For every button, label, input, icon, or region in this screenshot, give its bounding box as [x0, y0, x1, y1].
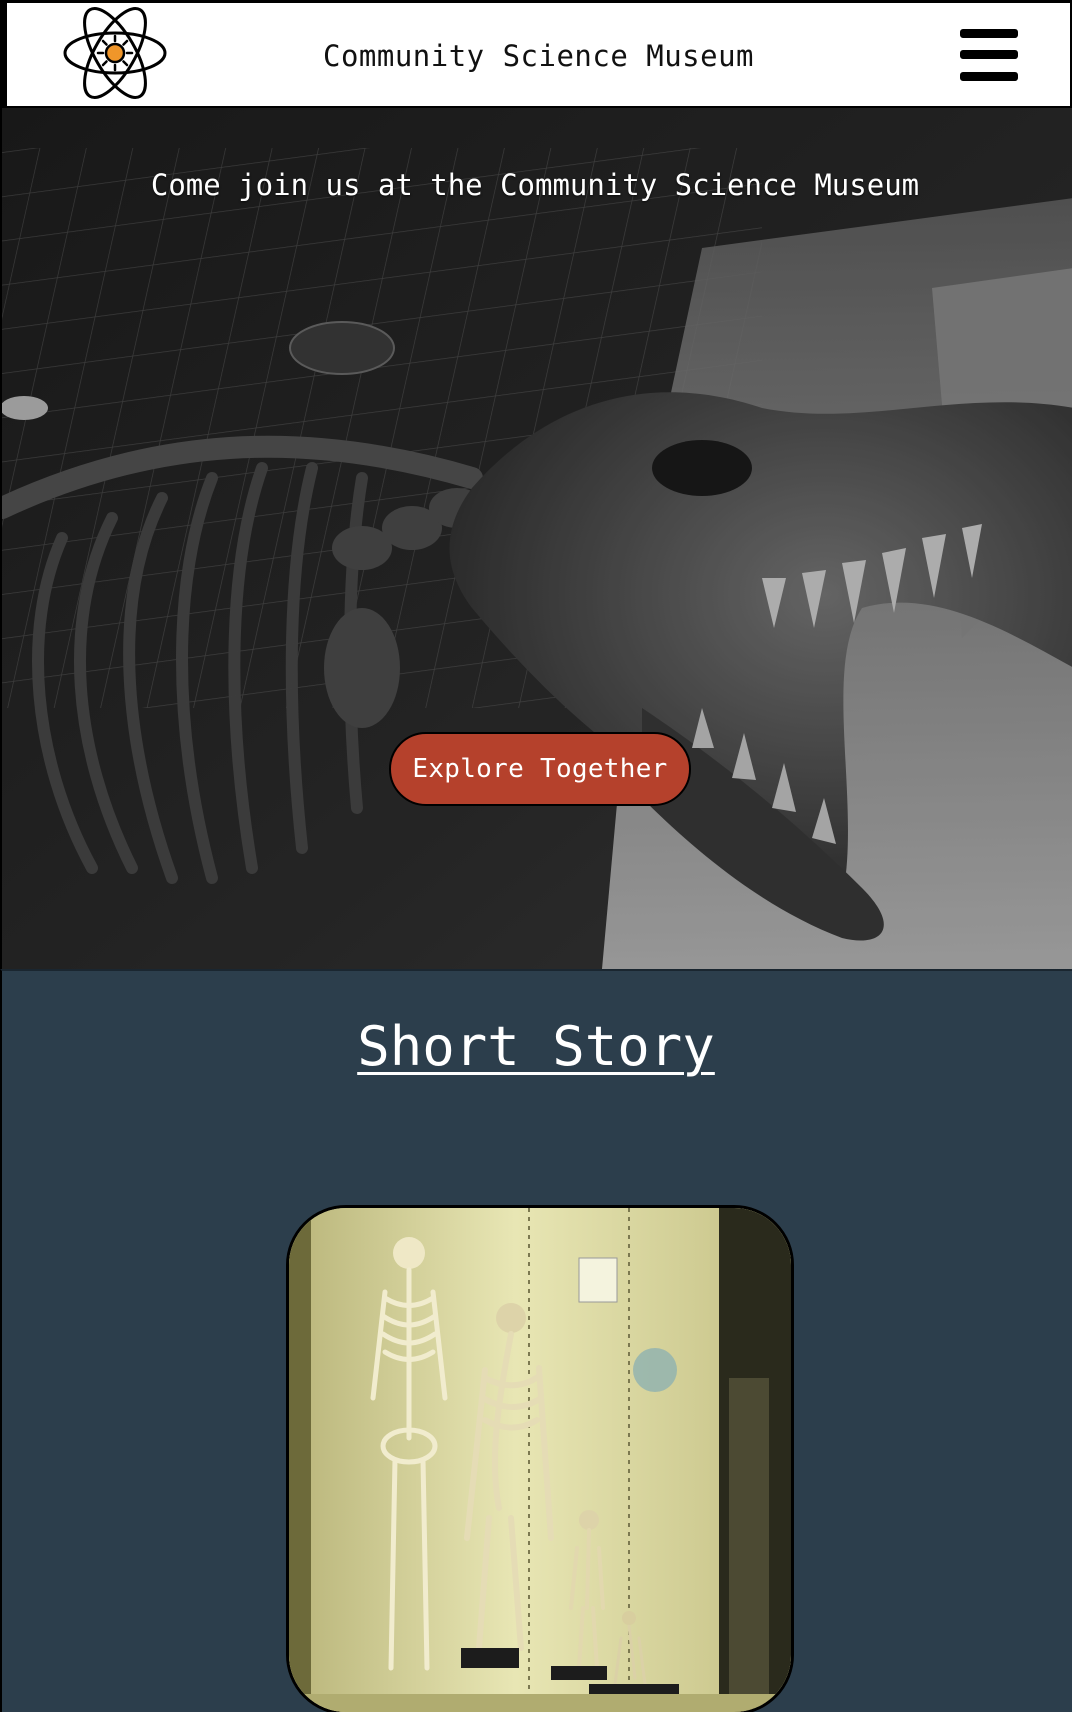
- skeleton-display-image: [289, 1208, 791, 1712]
- menu-line: [960, 50, 1018, 59]
- explore-together-button[interactable]: Explore Together: [389, 732, 691, 806]
- story-image: [286, 1205, 794, 1712]
- dinosaur-skeleton-image: [2, 108, 1072, 969]
- story-section: Short Story: [0, 969, 1072, 1712]
- hamburger-menu-icon[interactable]: [960, 28, 1018, 82]
- header-bar: Community Science Museum: [6, 2, 1071, 107]
- menu-line: [960, 72, 1018, 81]
- page: Community Science Museum Come join us at…: [0, 0, 1072, 1712]
- hero-section: Come join us at the Community Science Mu…: [0, 108, 1072, 969]
- hero-tagline: Come join us at the Community Science Mu…: [150, 168, 920, 202]
- site-header: Community Science Museum: [0, 0, 1072, 110]
- menu-line: [960, 29, 1018, 38]
- site-title: Community Science Museum: [322, 39, 755, 73]
- story-heading: Short Story: [357, 1015, 715, 1078]
